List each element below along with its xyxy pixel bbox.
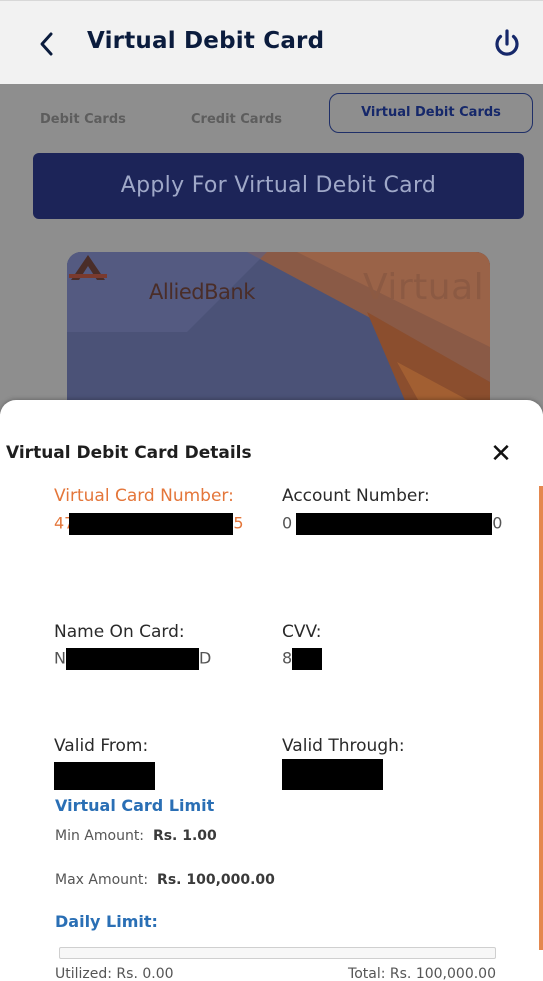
valid-through-value [282,728,383,791]
card-details-sheet: Virtual Debit Card Details ✕ Virtual Car… [0,400,543,981]
tab-debit-cards[interactable]: Debit Cards [40,112,126,127]
scroll-indicator[interactable] [539,486,543,950]
card-type-label: Virtual [363,267,485,308]
redaction-bar [65,648,199,670]
card-number-label: Virtual Card Number: [54,486,234,506]
card-overview: Debit Cards Credit Cards Virtual Debit C… [0,84,543,414]
max-amount-row: Max Amount: Rs. 100,000.00 [55,872,275,888]
daily-limit-progress [59,947,496,959]
card-limit-title: Virtual Card Limit [55,796,215,815]
cvv-prefix: 8 [282,648,293,668]
allied-bank-logo-icon [69,255,107,280]
total-amount: Total: Rs. 100,000.00 [348,966,496,981]
max-amount-label: Max Amount: [55,872,149,888]
redaction-bar [69,513,234,535]
account-number-value: 00 [282,513,502,535]
min-amount-value: Rs. 1.00 [152,828,217,844]
logout-button[interactable] [491,27,523,61]
account-number-suffix: 0 [492,513,503,533]
card-tabs: Debit Cards Credit Cards Virtual Debit C… [0,84,543,144]
redaction-bar [282,759,383,791]
virtual-card-image[interactable]: AlliedBank Virtual [67,252,490,414]
close-button[interactable]: ✕ [485,438,517,470]
close-icon: ✕ [490,439,512,469]
card-brand: AlliedBank [149,280,255,304]
power-icon [495,29,519,56]
redaction-bar [296,513,493,535]
redaction-bar [292,648,323,670]
tab-credit-cards[interactable]: Credit Cards [191,112,282,127]
account-number-prefix: 0 [282,513,293,533]
chevron-left-icon [40,32,53,56]
name-prefix: N [54,648,66,668]
page-title: Virtual Debit Card [87,28,325,54]
utilized-amount: Utilized: Rs. 0.00 [55,966,174,981]
daily-limit-title: Daily Limit: [55,912,158,931]
min-amount-label: Min Amount: [55,828,145,844]
max-amount-value: Rs. 100,000.00 [157,872,275,888]
name-on-card-value: ND [54,648,211,670]
valid-from-value [54,731,155,794]
card-number-value: 47 5 [54,513,244,535]
name-on-card-label: Name On Card: [54,622,185,642]
cvv-value: 8 [282,648,323,670]
back-button[interactable] [34,26,60,62]
apply-virtual-card-button[interactable]: Apply For Virtual Debit Card [33,153,524,219]
card-number-suffix: 5 [233,513,244,533]
name-suffix: D [198,648,212,668]
account-number-label: Account Number: [282,486,430,506]
limits-panel: Virtual Card Limit Min Amount: Rs. 1.00 … [34,790,521,981]
tab-virtual-debit-cards[interactable]: Virtual Debit Cards [329,93,533,133]
cvv-label: CVV: [282,622,322,642]
sheet-title: Virtual Debit Card Details [6,443,252,463]
app-header: Virtual Debit Card [0,0,543,84]
min-amount-row: Min Amount: Rs. 1.00 [55,828,217,844]
